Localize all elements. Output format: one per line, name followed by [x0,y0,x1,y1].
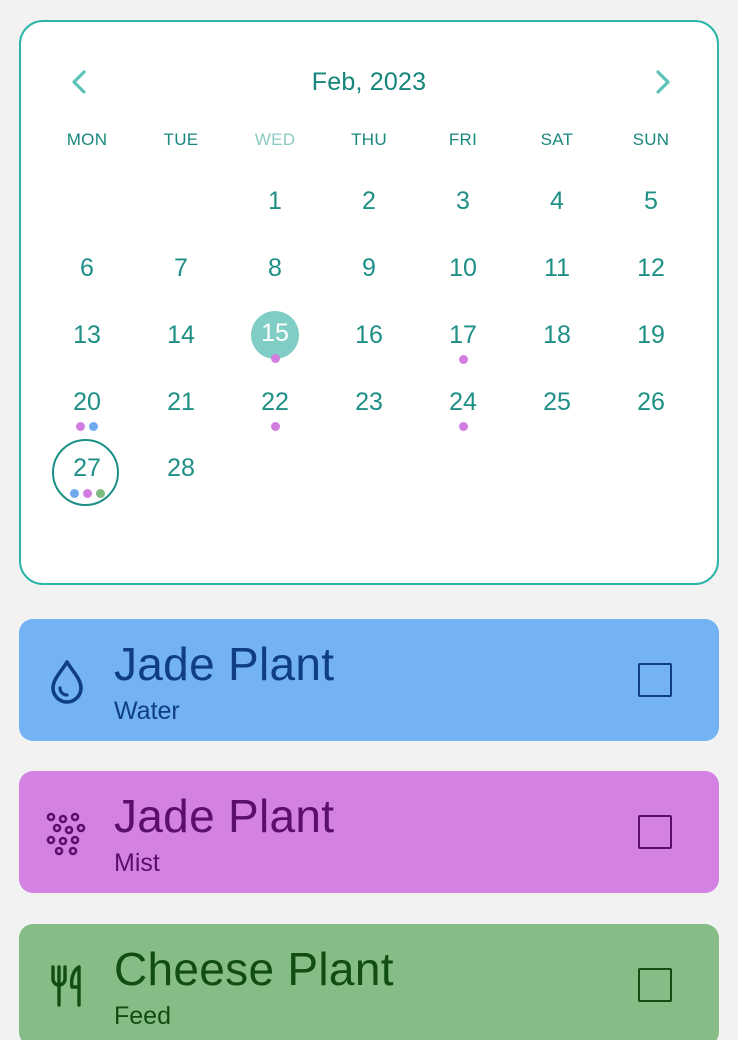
weekday-header-row: MON TUE WED THU FRI SAT SUN [21,130,717,154]
day-number: 6 [80,254,94,282]
task-action-label: Feed [114,1002,171,1030]
calendar-day-26[interactable]: 26 [616,378,686,434]
next-month-button[interactable] [645,66,681,98]
calendar-day-12[interactable]: 12 [616,244,686,300]
event-dot-mist [82,489,92,498]
calendar-day-19[interactable]: 19 [616,311,686,367]
calendar-day-23[interactable]: 23 [334,378,404,434]
calendar-day-11[interactable]: 11 [522,244,592,300]
event-dot-mist [270,354,280,363]
calendar-day-20[interactable]: 20 [52,378,122,434]
day-number: 8 [268,254,282,282]
day-number: 10 [449,254,477,282]
day-number: 22 [261,388,289,416]
day-number: 4 [550,187,564,215]
weekday-label: WED [254,130,296,149]
day-number: 3 [456,187,470,215]
day-number: 14 [167,321,195,349]
event-dot-mist [76,422,85,431]
task-plant-name: Cheese Plant [114,943,394,995]
calendar-day-21[interactable]: 21 [146,378,216,434]
task-card-water[interactable]: Jade Plant Water [19,619,719,741]
calendar-day-7[interactable]: 7 [146,244,216,300]
day-number: 9 [362,254,376,282]
event-dot-mist [458,422,468,431]
event-dots [52,489,122,498]
day-number: 26 [637,388,665,416]
day-number: 21 [167,388,195,416]
day-number: 2 [362,187,376,215]
calendar-day-6[interactable]: 6 [52,244,122,300]
event-dot-water [89,422,98,431]
day-number: 13 [73,321,101,349]
task-plant-name: Jade Plant [114,638,335,690]
weekday-label: SAT [540,130,574,149]
calendar-day-10[interactable]: 10 [428,244,498,300]
event-dot-mist [270,422,280,431]
calendar-day-4[interactable]: 4 [522,177,592,233]
calendar-day-9[interactable]: 9 [334,244,404,300]
day-number: 18 [543,321,571,349]
event-dots [240,422,310,431]
day-number: 17 [449,321,477,349]
event-dot-feed [95,489,105,498]
day-number: 19 [637,321,665,349]
day-number: 25 [543,388,571,416]
task-complete-checkbox[interactable] [638,968,672,1002]
calendar-header: Feb, 2023 [21,62,717,102]
calendar-day-22[interactable]: 22 [240,378,310,434]
day-number: 28 [167,454,195,482]
calendar-day-1[interactable]: 1 [240,177,310,233]
task-action-label: Water [114,697,180,725]
month-title: Feb, 2023 [311,68,427,96]
calendar-card: Feb, 2023 MON TUE WED THU FRI SAT SUN 12… [19,20,719,585]
calendar-day-24[interactable]: 24 [428,378,498,434]
calendar-day-14[interactable]: 14 [146,311,216,367]
task-card-mist[interactable]: Jade Plant Mist [19,771,719,893]
calendar-day-2[interactable]: 2 [334,177,404,233]
weekday-label: FRI [448,130,478,149]
task-plant-name: Jade Plant [114,790,335,842]
event-dot-water [69,489,79,498]
calendar-day-18[interactable]: 18 [522,311,592,367]
task-complete-checkbox[interactable] [638,663,672,697]
event-dot-mist [458,355,468,364]
day-number: 7 [174,254,188,282]
water-drop-icon [45,657,89,705]
day-number: 23 [355,388,383,416]
calendar-day-8[interactable]: 8 [240,244,310,300]
day-number: 1 [268,187,282,215]
fork-knife-icon [45,962,89,1010]
event-dots [240,354,310,363]
event-dots [428,422,498,431]
event-dots [52,422,122,431]
calendar-day-16[interactable]: 16 [334,311,404,367]
event-dots [428,355,498,364]
weekday-label: MON [66,130,108,149]
day-number: 5 [644,187,658,215]
task-action-label: Mist [114,849,160,877]
weekday-label: SUN [632,130,670,149]
day-number: 16 [355,321,383,349]
task-complete-checkbox[interactable] [638,815,672,849]
calendar-day-13[interactable]: 13 [52,311,122,367]
calendar-day-28[interactable]: 28 [146,444,216,500]
day-number: 27 [73,454,101,482]
calendar-day-25[interactable]: 25 [522,378,592,434]
weekday-label: TUE [163,130,199,149]
calendar-day-3[interactable]: 3 [428,177,498,233]
day-number: 15 [261,319,289,347]
day-number: 11 [544,254,570,282]
day-number: 20 [73,388,101,416]
task-card-feed[interactable]: Cheese Plant Feed [19,924,719,1040]
calendar-day-15[interactable]: 15 [240,311,310,367]
weekday-label: THU [351,130,387,149]
calendar-day-5[interactable]: 5 [616,177,686,233]
mist-icon [45,809,89,857]
day-number: 24 [449,388,477,416]
calendar-day-27[interactable]: 27 [52,439,122,506]
calendar-day-17[interactable]: 17 [428,311,498,367]
chevron-right-icon [656,70,670,94]
day-number: 12 [637,254,665,282]
